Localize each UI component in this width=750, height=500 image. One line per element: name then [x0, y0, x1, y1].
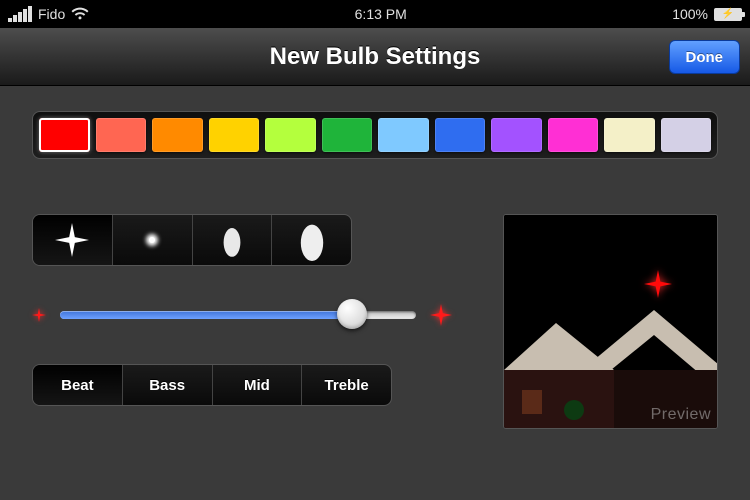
- size-slider[interactable]: [60, 309, 416, 321]
- color-swatch-9[interactable]: [548, 118, 599, 152]
- carrier-label: Fido: [38, 6, 65, 22]
- large-star-icon: [430, 304, 452, 326]
- preview-panel: Preview: [503, 214, 718, 429]
- preview-bulb-icon: [644, 270, 672, 298]
- color-swatch-1[interactable]: [96, 118, 147, 152]
- segment-bass[interactable]: Bass: [123, 365, 213, 405]
- status-left: Fido: [8, 6, 89, 22]
- shape-small-bulb[interactable]: [193, 215, 273, 265]
- color-swatch-8[interactable]: [491, 118, 542, 152]
- shape-four-point[interactable]: [33, 215, 113, 265]
- status-right: 100% ⚡: [672, 6, 742, 22]
- preview-label: Preview: [651, 406, 711, 424]
- color-swatch-5[interactable]: [322, 118, 373, 152]
- wifi-icon: [71, 7, 89, 21]
- bulb-shape-selector: [32, 214, 352, 266]
- color-swatch-4[interactable]: [265, 118, 316, 152]
- content-area: BeatBassMidTreble Preview: [0, 86, 750, 500]
- audio-mode-selector: BeatBassMidTreble: [32, 364, 392, 406]
- segment-treble[interactable]: Treble: [302, 365, 391, 405]
- segment-mid[interactable]: Mid: [213, 365, 303, 405]
- small-star-icon: [32, 308, 46, 322]
- nav-bar: New Bulb Settings Done: [0, 28, 750, 86]
- page-title: New Bulb Settings: [270, 43, 481, 71]
- battery-icon: ⚡: [714, 8, 742, 21]
- preview-house-illustration: [504, 215, 718, 429]
- color-swatch-7[interactable]: [435, 118, 486, 152]
- color-swatch-3[interactable]: [209, 118, 260, 152]
- color-swatch-0[interactable]: [39, 118, 90, 152]
- color-swatch-10[interactable]: [604, 118, 655, 152]
- status-bar: Fido 6:13 PM 100% ⚡: [0, 0, 750, 28]
- slider-thumb[interactable]: [337, 299, 367, 329]
- color-swatch-11[interactable]: [661, 118, 712, 152]
- color-swatch-2[interactable]: [152, 118, 203, 152]
- segment-beat[interactable]: Beat: [33, 365, 123, 405]
- clock: 6:13 PM: [355, 6, 407, 22]
- color-swatch-6[interactable]: [378, 118, 429, 152]
- signal-strength-icon: [8, 6, 32, 22]
- done-button[interactable]: Done: [669, 40, 741, 74]
- battery-pct: 100%: [672, 6, 708, 22]
- shape-glow[interactable]: [113, 215, 193, 265]
- shape-large-bulb[interactable]: [272, 215, 351, 265]
- color-swatch-row: [32, 111, 718, 159]
- size-slider-row: [32, 304, 452, 326]
